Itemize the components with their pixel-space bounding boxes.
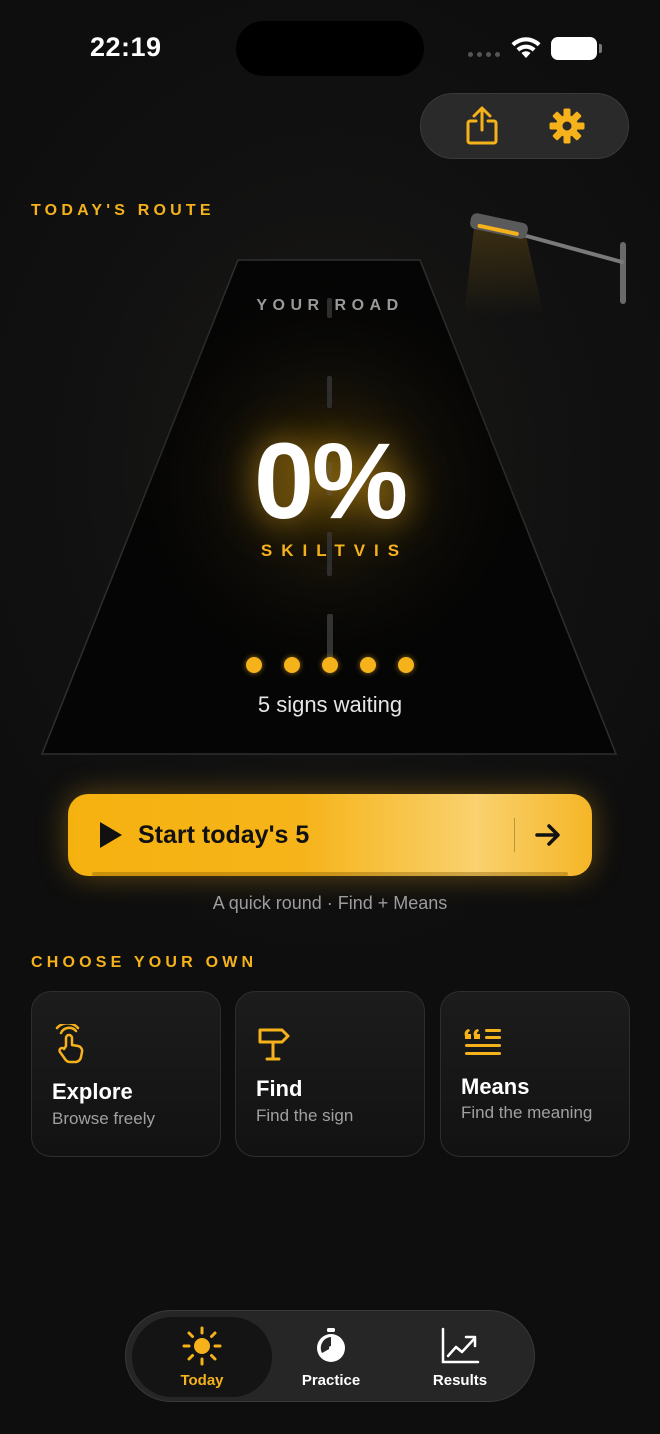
wifi-icon: [511, 37, 541, 58]
quote-lines-icon: [464, 1029, 501, 1055]
tab-today[interactable]: Today: [132, 1317, 272, 1397]
sign-dot: [284, 657, 300, 673]
sign-dot: [360, 657, 376, 673]
explore-card-title: Explore: [52, 1079, 133, 1104]
means-card[interactable]: Means Find the meaning: [440, 991, 630, 1157]
battery-icon: [551, 37, 602, 60]
tab-practice[interactable]: Practice: [261, 1317, 401, 1397]
signs-waiting-text: 5 signs waiting: [257, 692, 403, 717]
tab-results-label: Results: [432, 1371, 488, 1389]
signpost-icon: [258, 1028, 290, 1061]
tab-today-label: Today: [180, 1371, 224, 1389]
brand-label: SKILTVIS: [260, 541, 409, 560]
share-button[interactable]: [460, 104, 504, 148]
means-card-subtitle: Find the meaning: [461, 1103, 593, 1122]
tab-bar: Today Practice Results: [125, 1310, 535, 1402]
signs-waiting-dots: [246, 657, 414, 673]
start-subtitle: A quick round · Find + Means: [212, 893, 448, 913]
cellular-signal-icon: [468, 52, 500, 57]
your-road-label: YOUR ROAD: [256, 297, 404, 314]
find-card[interactable]: Find Find the sign: [235, 991, 425, 1157]
sun-icon: [182, 1326, 222, 1365]
top-toolbar: [420, 93, 629, 159]
sign-dot: [398, 657, 414, 673]
sign-dot: [246, 657, 262, 673]
tab-practice-label: Practice: [301, 1371, 361, 1389]
timer-icon: [317, 1327, 345, 1362]
button-underline: [92, 872, 568, 876]
tab-results[interactable]: Results: [390, 1317, 530, 1397]
status-time: 22:19: [90, 32, 162, 62]
button-divider: [514, 818, 515, 852]
gear-icon: [549, 108, 585, 144]
play-icon: [100, 822, 122, 848]
arrow-right-icon: [535, 824, 560, 846]
dynamic-island: [236, 21, 424, 76]
chart-icon: [441, 1327, 480, 1363]
find-card-title: Find: [256, 1076, 303, 1101]
share-icon: [466, 106, 498, 145]
settings-button[interactable]: [545, 104, 589, 148]
explore-card[interactable]: Explore Browse freely: [31, 991, 221, 1157]
sign-dot: [322, 657, 338, 673]
means-card-title: Means: [461, 1074, 530, 1099]
explore-card-subtitle: Browse freely: [52, 1109, 155, 1128]
start-button-label: Start today's 5: [138, 820, 310, 849]
find-card-subtitle: Find the sign: [256, 1106, 354, 1125]
tap-hand-icon: [55, 1024, 84, 1064]
progress-percent: 0%: [253, 420, 408, 541]
start-today-button[interactable]: Start today's 5: [68, 794, 592, 876]
choose-section-label: CHOOSE YOUR OWN: [31, 954, 258, 971]
today-screen: 22:19 TODAY'S ROUTE YOUR ROAD 0% SKILTVI…: [0, 0, 660, 1434]
